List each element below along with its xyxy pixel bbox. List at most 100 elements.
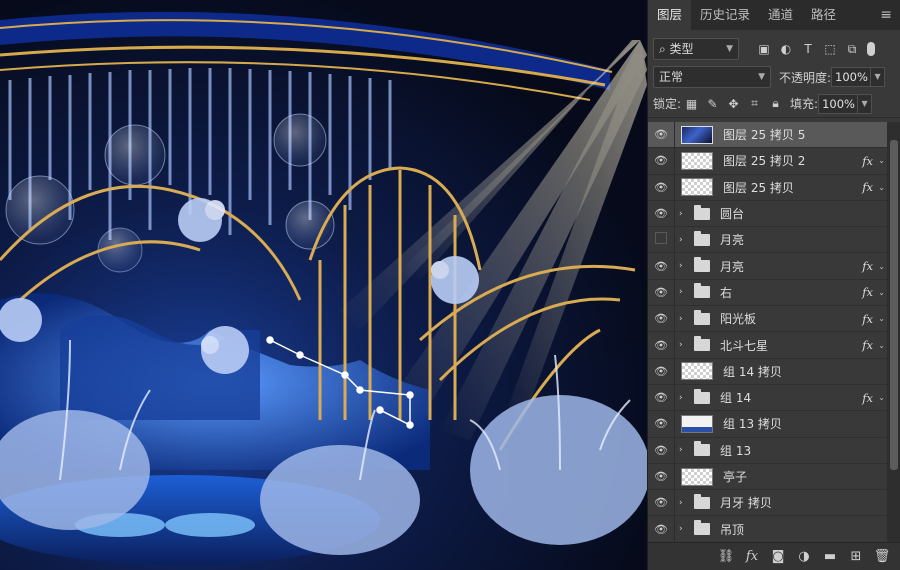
layer-name[interactable]: 图层 25 拷贝 2 (723, 152, 805, 169)
layer-row[interactable]: 👁︎ 组 13 拷贝 (648, 411, 887, 438)
filter-kind-select[interactable]: ⌕ 类型 ▼ (653, 38, 739, 60)
fx-badge[interactable]: fx (862, 312, 873, 326)
eye-icon[interactable]: 👁︎ (648, 339, 674, 352)
fx-badge[interactable]: fx (862, 338, 873, 352)
link-layers-icon[interactable]: ⛓ (713, 549, 739, 564)
layer-row[interactable]: 👁︎ 亭子 (648, 463, 887, 491)
fx-badge[interactable]: fx (862, 391, 873, 405)
eye-icon[interactable]: 👁︎ (648, 417, 674, 430)
expand-chevron-icon[interactable]: › (679, 287, 691, 297)
layer-name[interactable]: 阳光板 (720, 310, 756, 327)
eye-icon[interactable]: 👁︎ (648, 496, 674, 509)
scrollbar-thumb[interactable] (890, 140, 898, 470)
eye-icon[interactable]: 👁︎ (648, 444, 674, 457)
layer-name[interactable]: 组 13 拷贝 (723, 415, 782, 432)
layer-name[interactable]: 组 14 (720, 389, 751, 406)
fx-badge[interactable]: fx (862, 285, 873, 299)
image-filter-icon[interactable]: ▣ (753, 42, 775, 56)
fx-badge[interactable]: fx (862, 154, 873, 168)
layer-name[interactable]: 图层 25 拷贝 5 (723, 126, 805, 143)
hamburger-icon[interactable]: ≡ (880, 0, 892, 30)
layer-row[interactable]: 👁︎ 图层 25 拷贝 2 fx ⌄ (648, 148, 887, 175)
new-group-icon[interactable]: ▬ (817, 549, 843, 564)
eye-icon[interactable]: 👁︎ (648, 286, 674, 299)
tab-channels[interactable]: 通道 (759, 0, 802, 30)
shape-filter-icon[interactable]: ⬚ (819, 42, 841, 56)
eye-icon[interactable]: 👁︎ (648, 154, 674, 167)
fill-input[interactable]: 100% (818, 93, 859, 114)
layer-name[interactable]: 月亮 (720, 231, 744, 248)
eye-icon[interactable]: 👁︎ (648, 260, 674, 273)
layer-name[interactable]: 吊顶 (720, 521, 744, 538)
chevron-down-icon[interactable]: ▼ (858, 93, 873, 114)
fx-badge[interactable]: fx (862, 180, 873, 194)
document-canvas[interactable] (0, 0, 647, 570)
lock-all-icon[interactable]: 🔒︎ (765, 96, 786, 111)
expand-chevron-icon[interactable]: › (679, 261, 691, 271)
layer-name[interactable]: 月牙 拷贝 (720, 494, 772, 511)
type-filter-icon[interactable]: T (797, 42, 819, 56)
layer-name[interactable]: 圆台 (720, 205, 744, 222)
expand-chevron-icon[interactable]: › (679, 209, 691, 219)
expand-chevron-icon[interactable]: › (679, 314, 691, 324)
fx-badge[interactable]: fx (862, 259, 873, 273)
fx-icon[interactable]: fx (739, 549, 765, 564)
layer-row[interactable]: 👁︎ › 月亮 fx ⌄ (648, 253, 887, 280)
tab-history[interactable]: 历史记录 (691, 0, 759, 30)
chevron-down-icon[interactable]: ⌄ (878, 156, 885, 165)
delete-icon[interactable]: 🗑︎ (869, 549, 895, 564)
eye-icon[interactable] (648, 232, 674, 247)
eye-icon[interactable]: 👁︎ (648, 128, 674, 141)
layer-row[interactable]: 👁︎ 图层 25 拷贝 fx ⌄ (648, 174, 887, 201)
adjustment-filter-icon[interactable]: ◐ (775, 42, 797, 56)
chevron-down-icon[interactable]: ▼ (871, 67, 886, 87)
expand-chevron-icon[interactable]: › (679, 235, 691, 245)
expand-chevron-icon[interactable]: › (679, 340, 691, 350)
chevron-down-icon[interactable]: ⌄ (878, 262, 885, 271)
layer-row[interactable]: 👁︎ › 月牙 拷贝 (648, 490, 887, 517)
layer-row[interactable]: 👁︎ › 吊顶 (648, 516, 887, 542)
layer-name[interactable]: 亭子 (723, 468, 747, 485)
eye-icon[interactable]: 👁︎ (648, 365, 674, 378)
layer-row[interactable]: 👁︎ › 圆台 (648, 200, 887, 228)
layer-name[interactable]: 北斗七星 (720, 337, 768, 354)
blend-mode-select[interactable]: 正常 ▼ (653, 66, 771, 88)
tab-layers[interactable]: 图层 (648, 0, 692, 30)
new-layer-icon[interactable]: ⊞ (843, 549, 869, 564)
layer-name[interactable]: 图层 25 拷贝 (723, 179, 794, 196)
expand-chevron-icon[interactable]: › (679, 445, 691, 455)
eye-icon[interactable]: 👁︎ (648, 312, 674, 325)
layer-row[interactable]: 👁︎ › 北斗七星 fx ⌄ (648, 332, 887, 359)
smart-object-filter-icon[interactable]: ⧉ (841, 42, 863, 57)
mask-icon[interactable]: ◙ (765, 549, 791, 564)
expand-chevron-icon[interactable]: › (679, 524, 691, 534)
layer-name[interactable]: 右 (720, 284, 732, 301)
filter-toggle[interactable] (867, 42, 875, 56)
eye-icon[interactable]: 👁︎ (648, 470, 674, 483)
lock-pixels-icon[interactable]: ✎ (702, 97, 723, 111)
eye-icon[interactable]: 👁︎ (648, 181, 674, 194)
expand-chevron-icon[interactable]: › (679, 393, 691, 403)
layer-row[interactable]: 👁︎ 图层 25 拷贝 5 (648, 122, 887, 149)
layer-name[interactable]: 组 14 拷贝 (723, 363, 782, 380)
chevron-down-icon[interactable]: ⌄ (878, 288, 885, 297)
lock-position-icon[interactable]: ✥ (723, 97, 744, 111)
layer-row[interactable]: 👁︎ 组 14 拷贝 (648, 358, 887, 385)
expand-chevron-icon[interactable]: › (679, 498, 691, 508)
lock-transparent-icon[interactable]: ▦ (681, 97, 702, 111)
tab-paths[interactable]: 路径 (802, 0, 845, 30)
opacity-input[interactable]: 100% (831, 67, 872, 87)
layer-row[interactable]: › 月亮 (648, 227, 887, 254)
layer-name[interactable]: 组 13 (720, 442, 751, 459)
eye-icon[interactable]: 👁︎ (648, 523, 674, 536)
eye-icon[interactable]: 👁︎ (648, 391, 674, 404)
layers-scrollbar[interactable] (887, 122, 900, 542)
chevron-down-icon[interactable]: ⌄ (878, 341, 885, 350)
layer-row[interactable]: 👁︎ › 组 14 fx ⌄ (648, 384, 887, 412)
eye-icon[interactable]: 👁︎ (648, 207, 674, 220)
layer-row[interactable]: 👁︎ › 右 fx ⌄ (648, 279, 887, 307)
layer-name[interactable]: 月亮 (720, 258, 744, 275)
adjustment-icon[interactable]: ◑ (791, 549, 817, 564)
lock-artboard-icon[interactable]: ⌗ (744, 96, 765, 111)
chevron-down-icon[interactable]: ⌄ (878, 314, 885, 323)
